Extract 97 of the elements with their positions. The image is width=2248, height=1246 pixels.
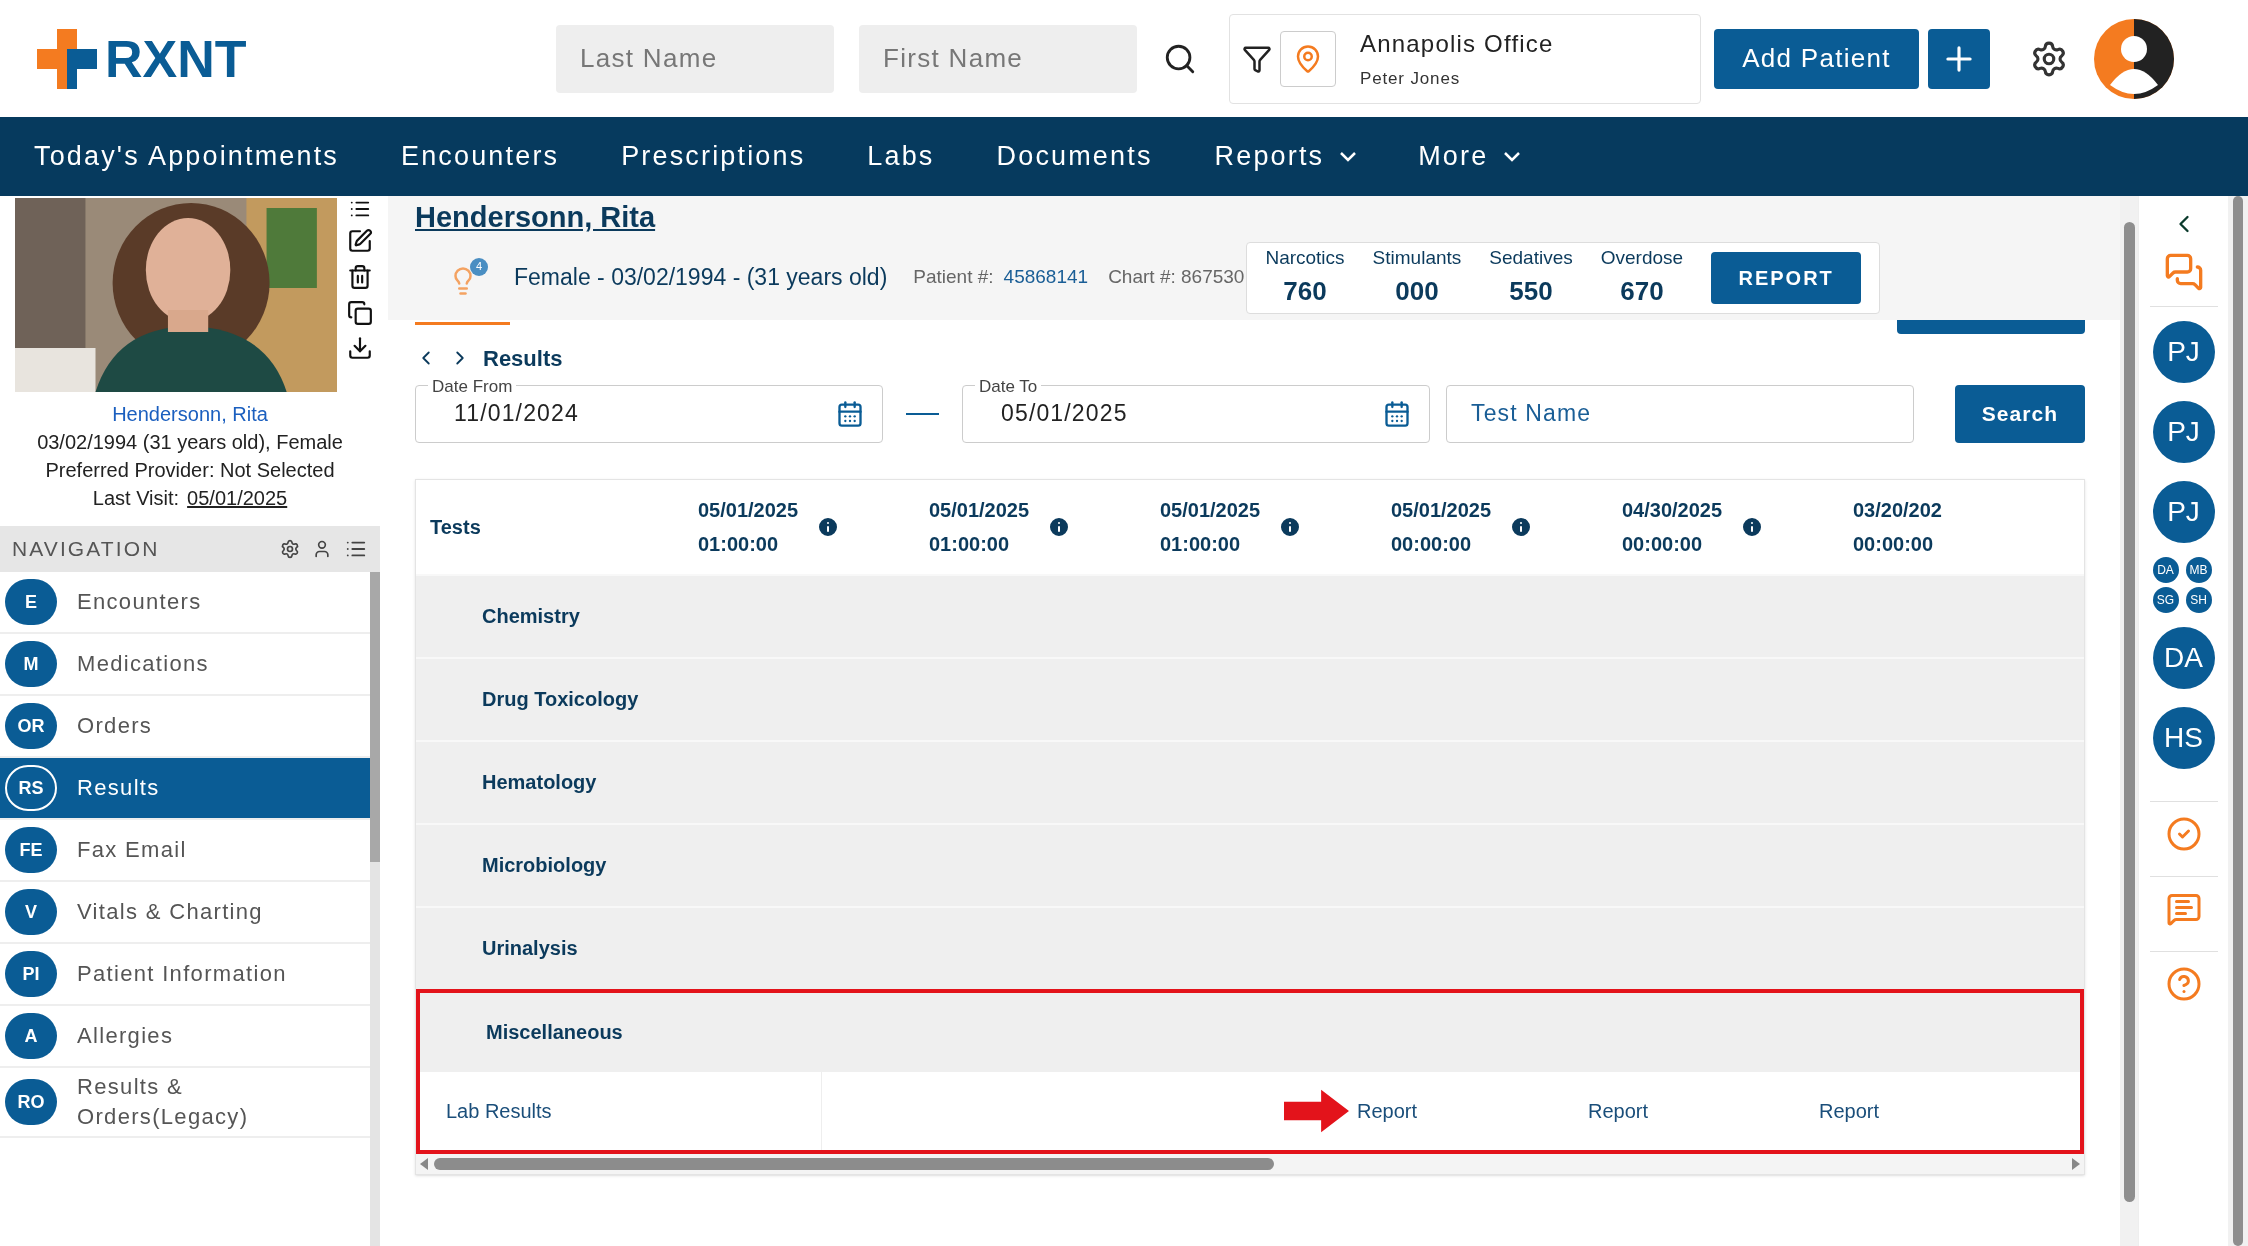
column-header: Tests — [429, 514, 482, 540]
results-title: Results — [483, 344, 563, 373]
navigation-badge: FE — [5, 827, 57, 873]
menu-item[interactable]: Prescriptions — [621, 136, 806, 177]
user-avatar[interactable]: DA — [2152, 557, 2179, 583]
first-name-field[interactable]: First Name — [859, 24, 1137, 93]
column-header: 05/01/2025 01:00:00 — [1160, 497, 1261, 557]
user-name: Peter Jones — [1360, 67, 1462, 90]
user-avatar[interactable]: PJ — [2152, 401, 2215, 463]
counter-label: Stimulants — [1372, 245, 1462, 270]
copy-icon[interactable] — [347, 300, 373, 326]
chart-number: Chart #: 867530 — [1108, 265, 1245, 290]
user-avatar[interactable]: HS — [2152, 707, 2215, 769]
patient-birth-info: 03/02/1994 (31 years old), Female — [37, 430, 343, 454]
menu-item[interactable]: Today's Appointments — [34, 136, 339, 177]
navigation-title: NAVIGATION — [12, 536, 161, 563]
test-group-row[interactable]: Chemistry — [416, 573, 2084, 657]
counter-label: Overdose — [1600, 245, 1684, 270]
counter-value: 000 — [1395, 275, 1439, 309]
navigation-badge: E — [5, 579, 57, 625]
calendar-icon[interactable] — [1383, 399, 1411, 428]
message-icon[interactable] — [2165, 891, 2202, 927]
menu-item[interactable]: Documents — [996, 136, 1153, 177]
patient-name-link[interactable]: Hendersonn, Rita — [112, 402, 268, 426]
column-header: 03/20/202 00:00:00 — [1853, 497, 1942, 557]
add-button[interactable] — [1928, 28, 1990, 89]
last-visit-date-link[interactable]: 05/01/2025 — [187, 486, 288, 510]
edit-icon[interactable] — [347, 228, 373, 254]
user-avatar[interactable]: SH — [2185, 587, 2212, 613]
patient-number: 45868141 — [1003, 265, 1089, 290]
menu-item[interactable]: Labs — [867, 136, 935, 177]
menu-item[interactable]: Reports — [1214, 136, 1357, 177]
report-button[interactable]: REPORT — [1711, 251, 1862, 304]
column-header: 04/30/2025 00:00:00 — [1622, 497, 1723, 557]
navigation-item[interactable]: RS Results — [0, 758, 370, 820]
scrollbar-thumb[interactable] — [2233, 196, 2243, 1246]
preferred-provider: Preferred Provider: Not Selected — [45, 458, 335, 482]
user-icon[interactable] — [312, 539, 332, 559]
check-circle-icon[interactable] — [2165, 816, 2202, 852]
counter-label: Sedatives — [1489, 245, 1573, 270]
logo-cross-icon — [37, 28, 97, 89]
menu-item[interactable]: Encounters — [401, 136, 560, 177]
scrollbar-thumb[interactable] — [2123, 222, 2135, 1202]
table-cell-text: Lab Results — [445, 1098, 552, 1124]
chevron-down-icon — [1340, 151, 1357, 162]
navigation-badge: RS — [5, 765, 57, 811]
test-group-row[interactable]: Miscellaneous — [416, 988, 2084, 1072]
trash-icon[interactable] — [347, 262, 373, 292]
add-patient-button[interactable]: Add Patient — [1714, 28, 1919, 89]
menu-item[interactable]: More — [1418, 136, 1521, 177]
settings-icon[interactable] — [2030, 39, 2068, 78]
test-name-field[interactable]: Test Name — [1446, 384, 1914, 443]
last-name-field[interactable]: Last Name — [556, 24, 834, 93]
scrollbar-thumb[interactable] — [370, 572, 380, 862]
navigation-badge: PI — [5, 951, 57, 997]
chevron-down-icon — [1504, 151, 1521, 162]
patient-demographics: Female - 03/02/1994 - (31 years old) — [514, 263, 888, 293]
report-link[interactable]: Report — [1587, 1095, 1648, 1126]
help-icon[interactable] — [2165, 966, 2202, 1002]
counter-label: Narcotics — [1265, 245, 1345, 270]
user-avatar[interactable]: SG — [2152, 587, 2179, 613]
user-avatar[interactable]: MB — [2185, 557, 2212, 583]
counter-value: 760 — [1283, 275, 1327, 309]
user-avatar[interactable]: DA — [2152, 627, 2215, 689]
search-button[interactable]: Search — [1955, 384, 2085, 443]
navigation-badge: V — [5, 889, 57, 935]
location-selector[interactable]: Annapolis Office Peter Jones — [1229, 13, 1701, 104]
column-header: 05/01/2025 01:00:00 — [929, 497, 1030, 557]
logo-text: RXNT — [105, 32, 247, 85]
navigation-badge: M — [5, 641, 57, 687]
test-group-row[interactable]: Hematology — [416, 739, 2084, 823]
navigation-badge: RO — [5, 1079, 57, 1125]
report-link[interactable]: Report — [1818, 1095, 1879, 1126]
settings-icon[interactable] — [280, 539, 300, 559]
last-visit-label: Last Visit: — [92, 486, 180, 510]
calendar-icon[interactable] — [836, 399, 864, 428]
download-icon[interactable] — [347, 334, 373, 362]
user-avatar-icon[interactable] — [2094, 18, 2174, 99]
user-avatar[interactable]: PJ — [2152, 321, 2215, 383]
user-avatar[interactable]: PJ — [2152, 481, 2215, 543]
alert-count-badge: 4 — [470, 257, 488, 276]
test-group-row[interactable]: Urinalysis — [416, 905, 2084, 989]
chat-icon[interactable] — [2163, 252, 2204, 292]
arrow-icon — [1284, 1087, 1349, 1134]
counter-value: 550 — [1509, 275, 1553, 309]
test-group-row[interactable]: Drug Toxicology — [416, 656, 2084, 740]
patient-number-label: Patient #: — [913, 265, 994, 290]
navigation-badge: A — [5, 1013, 57, 1059]
counter-value: 670 — [1620, 275, 1664, 309]
test-group-row[interactable]: Microbiology — [416, 822, 2084, 906]
patient-name-heading[interactable]: Hendersonn, Rita — [415, 201, 656, 233]
report-link[interactable]: Report — [1356, 1095, 1417, 1126]
office-name: Annapolis Office — [1360, 28, 1554, 59]
horizontal-scrollbar[interactable] — [416, 1153, 2084, 1174]
column-header: 05/01/2025 01:00:00 — [698, 497, 799, 557]
navigation-badge: OR — [5, 703, 57, 749]
column-header: 05/01/2025 00:00:00 — [1391, 497, 1492, 557]
